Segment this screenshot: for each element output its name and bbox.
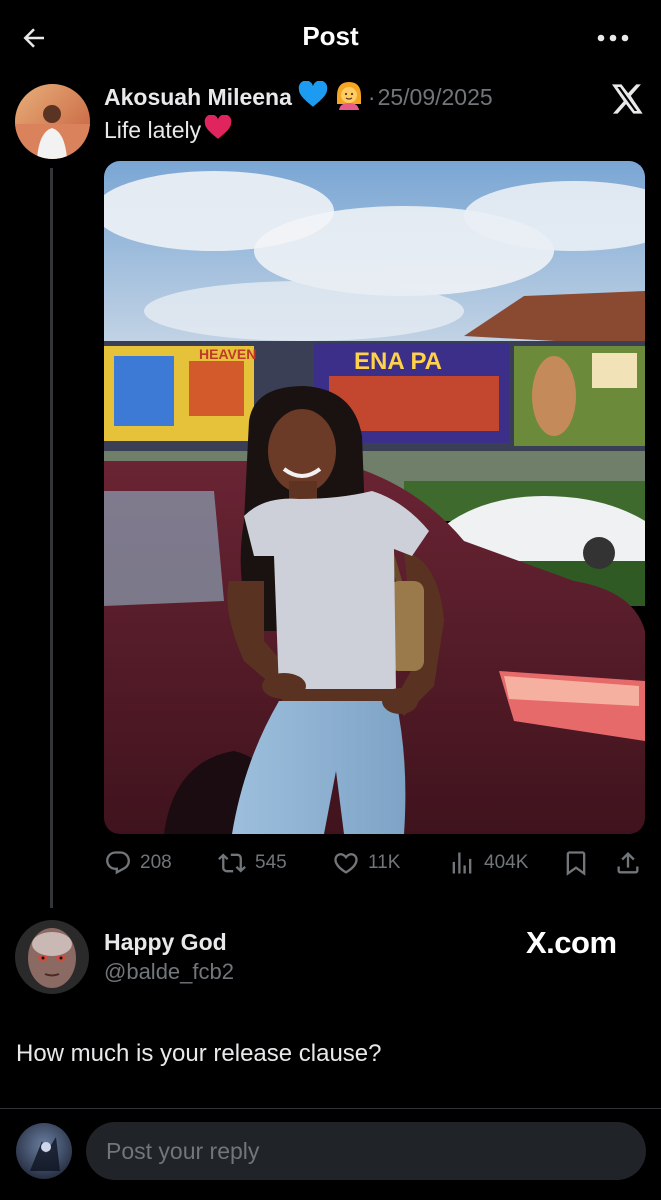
red-heart-emoji bbox=[204, 114, 232, 146]
repost-button[interactable]: 545 bbox=[217, 846, 287, 880]
bookmark-button[interactable] bbox=[562, 846, 598, 880]
reply-icon bbox=[106, 851, 130, 875]
page-title: Post bbox=[302, 21, 359, 51]
repost-count: 545 bbox=[255, 852, 287, 873]
post-action-bar: 208 545 11K 404K bbox=[104, 846, 649, 880]
reply-author-avatar[interactable] bbox=[15, 920, 89, 994]
share-button[interactable] bbox=[614, 846, 650, 880]
reply-author-name[interactable]: Happy God bbox=[104, 929, 227, 956]
more-dots-icon bbox=[597, 34, 629, 42]
author-name[interactable]: Akosuah Mileena bbox=[104, 84, 292, 111]
more-options-button[interactable] bbox=[593, 24, 633, 52]
repost-icon bbox=[218, 853, 246, 873]
post-text: Life lately bbox=[104, 114, 232, 146]
top-bar: Post bbox=[0, 0, 661, 74]
author-avatar[interactable] bbox=[15, 84, 90, 159]
blue-heart-emoji bbox=[298, 80, 328, 113]
reply-author-handle[interactable]: @balde_fcb2 bbox=[104, 959, 234, 985]
billboard-center-text: ENA PA bbox=[354, 348, 442, 375]
post-date[interactable]: 25/09/2025 bbox=[378, 84, 493, 111]
composer-divider bbox=[0, 1108, 661, 1109]
xcom-watermark: X.com bbox=[526, 925, 617, 960]
views-icon bbox=[452, 852, 472, 874]
post-text-content: Life lately bbox=[104, 117, 202, 143]
like-count: 11K bbox=[368, 852, 401, 873]
share-icon bbox=[617, 852, 639, 874]
person-emoji bbox=[334, 80, 364, 115]
view-count: 404K bbox=[484, 852, 529, 873]
like-icon bbox=[334, 853, 358, 874]
reply-input[interactable]: Post your reply bbox=[86, 1122, 646, 1180]
current-user-avatar[interactable] bbox=[16, 1123, 72, 1179]
bookmark-icon bbox=[566, 851, 586, 876]
billboard-left-text: HEAVEN bbox=[199, 346, 256, 362]
post-author-row: Akosuah Mileena · 25/09/2025 bbox=[104, 80, 493, 115]
thread-line bbox=[50, 168, 53, 908]
date-separator: · bbox=[367, 83, 376, 110]
x-logo-icon bbox=[612, 84, 644, 114]
like-button[interactable]: 11K bbox=[332, 846, 400, 880]
post-image[interactable]: HEAVEN ENA PA bbox=[104, 161, 645, 834]
reply-text: How much is your release clause? bbox=[16, 1040, 382, 1067]
reply-count: 208 bbox=[140, 852, 172, 873]
reply-button[interactable]: 208 bbox=[104, 846, 172, 880]
views-button[interactable]: 404K bbox=[448, 846, 528, 880]
